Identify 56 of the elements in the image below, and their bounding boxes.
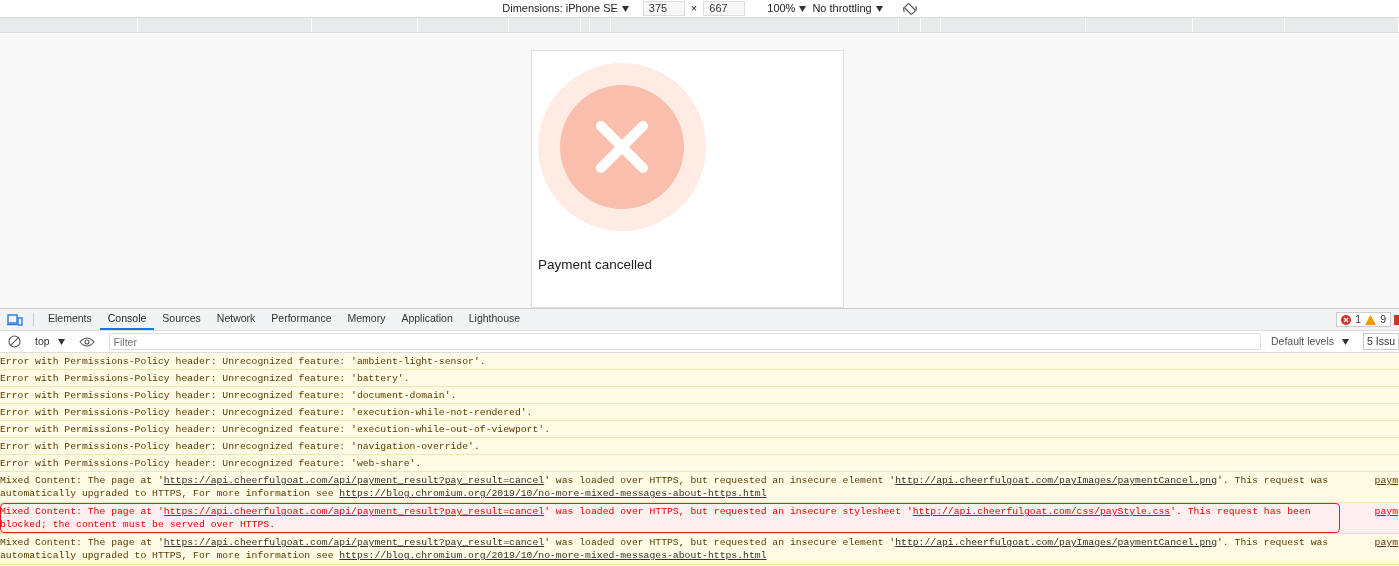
devtools-tab[interactable]: Performance <box>263 309 340 330</box>
filter-field[interactable]: Filter <box>108 333 1261 350</box>
clear-icon[interactable] <box>8 335 21 348</box>
caret-icon <box>1342 338 1349 345</box>
rotate-icon[interactable] <box>902 1 917 16</box>
warning-icon <box>1365 314 1377 325</box>
caret-icon <box>57 338 65 345</box>
flag-icon <box>1394 315 1399 325</box>
console-message: Error with Permissions-Policy header: Unrecognized feature: 'execution-while-out-of-viewport'. <box>0 423 551 437</box>
console-message: Error with Permissions-Policy header: Unrecognized feature: 'ambient-light-sensor'. <box>0 355 487 369</box>
console-message: Mixed Content: The page at 'https://api.cheerfulgoat.com/api/payment_result?pay_result=cancel' was loaded over HTTPS, but requested an insecure element 'http://api.cheerfulgoat.com/payImages/paymentCancel.png'. This request was automatically upgraded to HTTPS, For more information see https://blog.chromium.org/2019/10/no-more-mixed-messages-about-https.html <box>0 474 1330 501</box>
device-dropdown[interactable]: Dimensions: iPhone SE <box>502 0 629 17</box>
message-link[interactable]: http://api.cheerfulgoat.com/css/payStyle.css <box>912 506 1171 517</box>
throttling-dropdown[interactable]: No throttling <box>812 0 883 17</box>
message-link[interactable]: http://api.cheerfulgoat.com/payImages/paymentCancel.png <box>895 537 1217 548</box>
devtools-tab[interactable]: Elements <box>40 309 100 330</box>
caret-icon <box>875 5 883 12</box>
message-link[interactable]: https://blog.chromium.org/2019/10/no-more-mixed-messages-about-https.html <box>339 488 767 499</box>
times-sign: × <box>690 1 698 17</box>
error-icon <box>1341 314 1352 325</box>
console-message: Error with Permissions-Policy header: Unrecognized feature: 'document-domain'. <box>0 389 458 403</box>
device-toggle-icon[interactable] <box>7 313 23 327</box>
issues-button[interactable]: 5 Issu <box>1363 332 1399 351</box>
caret-icon <box>799 5 807 12</box>
eye-icon[interactable] <box>78 336 95 347</box>
context-dropdown[interactable]: top <box>35 333 65 350</box>
source-link[interactable]: paym <box>1374 472 1398 502</box>
devtools-tab[interactable]: Sources <box>154 309 209 330</box>
message-link[interactable]: https://api.cheerfulgoat.com/api/payment_result?pay_result=cancel <box>163 475 545 486</box>
console-message: Mixed Content: The page at 'https://api.cheerfulgoat.com/api/payment_result?pay_result=cancel' was loaded over HTTPS, but requested an insecure stylesheet 'http://api.cheerfulgoat.com/css/payStyle.css'. This request has been blocked; the content must be served over HTTPS. <box>0 503 1340 533</box>
devtools-tab[interactable]: Network <box>208 309 264 330</box>
message-link[interactable]: https://api.cheerfulgoat.com/api/payment_result?pay_result=cancel <box>163 537 545 548</box>
caret-icon <box>621 5 629 12</box>
warning-count: 9 <box>1380 311 1386 327</box>
source-link[interactable]: paym <box>1374 534 1398 564</box>
console-message: Mixed Content: The page at 'https://api.cheerfulgoat.com/api/payment_result?pay_result=cancel' was loaded over HTTPS, but requested an insecure element 'http://api.cheerfulgoat.com/payImages/paymentCancel.png'. This request was automatically upgraded to HTTPS, For more information see https://blog.chromium.org/2019/10/no-more-mixed-messages-about-https.html <box>0 536 1330 563</box>
message-link[interactable]: https://api.cheerfulgoat.com/api/payment_result?pay_result=cancel <box>163 506 545 517</box>
source-link[interactable]: paym <box>1374 503 1398 533</box>
console-message: Error with Permissions-Policy header: Unrecognized feature: 'execution-while-not-rendered'. <box>0 406 534 420</box>
devtools-tab[interactable]: Application <box>393 309 461 330</box>
message-link[interactable]: https://blog.chromium.org/2019/10/no-more-mixed-messages-about-https.html <box>339 550 767 561</box>
devtools-tab[interactable]: Memory <box>339 309 394 330</box>
status-text: Payment cancelled <box>538 256 654 274</box>
cancel-icon <box>538 63 706 231</box>
console-message: Error with Permissions-Policy header: Unrecognized feature: 'navigation-override'. <box>0 440 481 454</box>
console-message: Error with Permissions-Policy header: Unrecognized feature: 'web-share'. <box>0 457 423 471</box>
console-message: Error with Permissions-Policy header: Unrecognized feature: 'battery'. <box>0 372 411 386</box>
error-count: 1 <box>1355 311 1362 327</box>
height-field[interactable]: 667 <box>703 1 746 16</box>
zoom-dropdown[interactable]: 100% <box>767 0 807 17</box>
devtools-tab[interactable]: Lighthouse <box>460 309 529 330</box>
devtools-tab[interactable]: Console <box>99 309 155 330</box>
width-field[interactable]: 375 <box>642 1 685 16</box>
counts-badge[interactable]: 1 9 <box>1336 312 1391 327</box>
levels-dropdown[interactable]: Default levels <box>1270 333 1349 350</box>
message-link[interactable]: http://api.cheerfulgoat.com/payImages/paymentCancel.png <box>895 475 1217 486</box>
